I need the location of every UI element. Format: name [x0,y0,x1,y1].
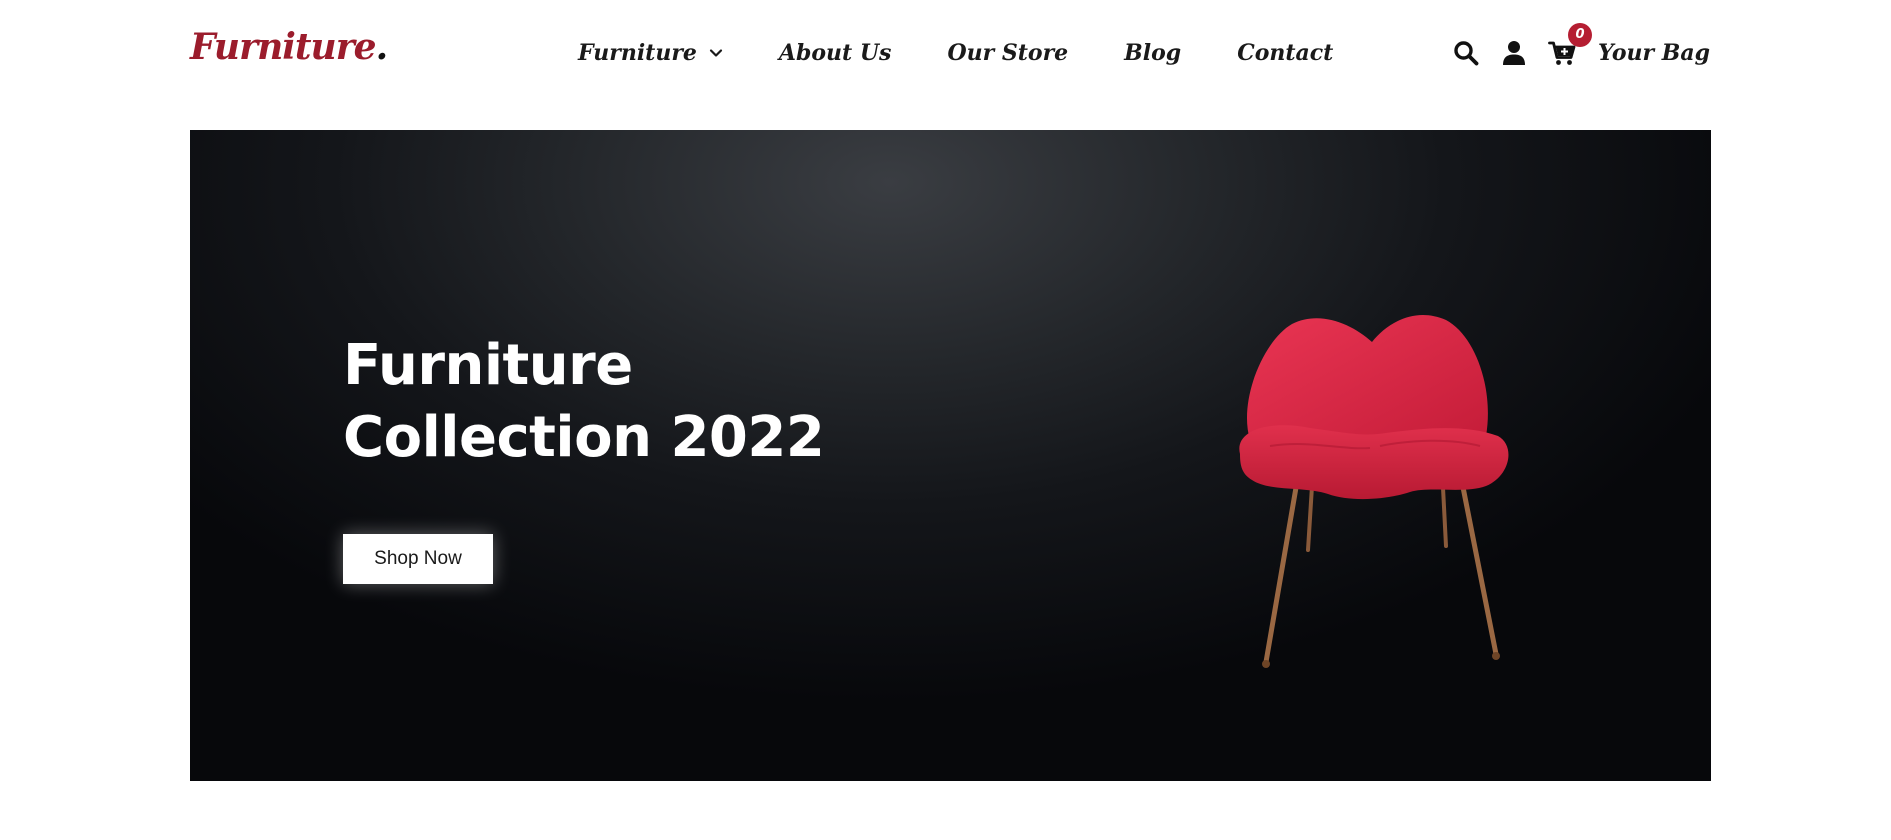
main-nav: Furniture About Us Our Store Blog Contac… [578,38,1333,68]
search-icon[interactable] [1452,39,1480,67]
header-actions: 0 Your Bag [1452,23,1710,76]
brand-logo[interactable]: Furniture. [190,26,389,68]
user-icon[interactable] [1500,39,1528,67]
hero-title: Furniture Collection 2022 [343,330,825,474]
nav-item-label: Our Store [947,40,1069,66]
nav-item-furniture[interactable]: Furniture [578,40,723,66]
red-chair-image [1239,315,1509,668]
your-bag-link[interactable]: Your Bag [1598,40,1710,66]
cart-button[interactable]: 0 [1548,23,1593,67]
hero-banner: Furniture Collection 2022 Shop Now [190,130,1711,781]
nav-item-label: Contact [1237,40,1334,66]
nav-item-contact[interactable]: Contact [1237,40,1333,66]
nav-item-about-us[interactable]: About Us [779,40,892,66]
nav-item-label: Blog [1124,40,1182,66]
nav-item-blog[interactable]: Blog [1124,40,1181,66]
chevron-down-icon [709,49,723,57]
site-header: Furniture. Furniture About Us Our Store … [0,0,1891,110]
nav-item-label: About Us [778,40,892,66]
nav-item-label: Furniture [578,40,697,66]
brand-dot: . [375,26,389,68]
brand-name: Furniture [190,26,377,68]
cart-count-badge: 0 [1568,23,1593,47]
hero-title-line2: Collection 2022 [343,405,825,470]
nav-item-our-store[interactable]: Our Store [947,40,1068,66]
hero-title-line1: Furniture [343,333,633,398]
shop-now-button[interactable]: Shop Now [343,534,493,584]
